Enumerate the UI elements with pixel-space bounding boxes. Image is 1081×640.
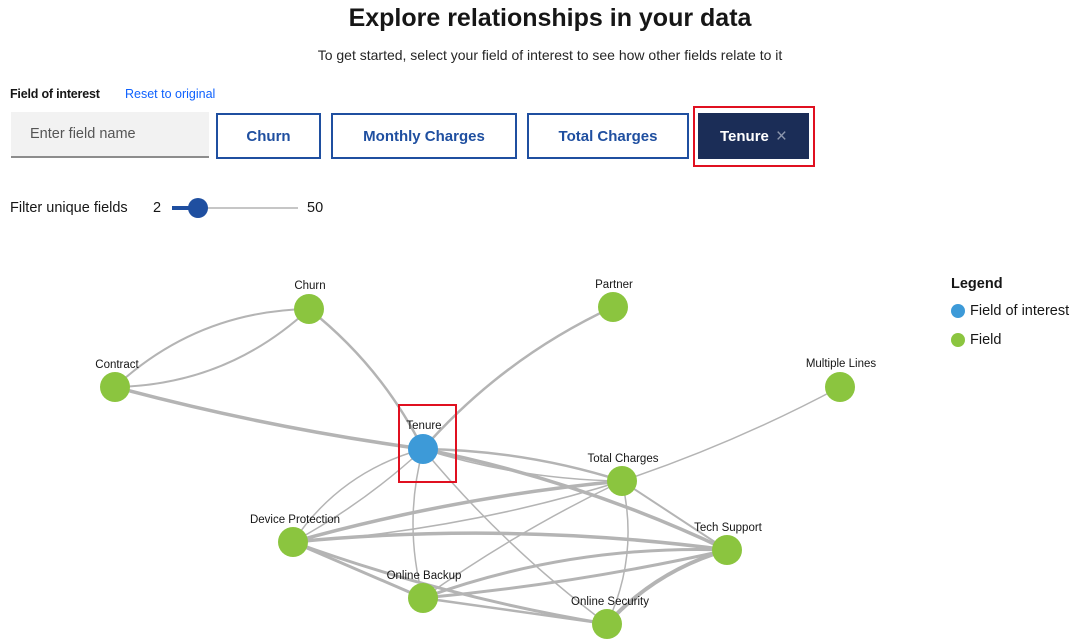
legend-item-field-of-interest: Field of interest	[951, 303, 1069, 319]
legend-dot-field	[951, 333, 965, 347]
legend-dot-field-of-interest	[951, 304, 965, 318]
graph-edge-device-protection-online-security	[292, 540, 608, 626]
legend-title: Legend	[951, 276, 1003, 292]
graph-node-label-partner: Partner	[595, 279, 633, 291]
highlight-box-tenure-node	[398, 404, 457, 483]
legend-label-field-of-interest: Field of interest	[970, 303, 1070, 319]
graph-node-online-backup[interactable]	[408, 583, 438, 613]
graph-node-device-protection[interactable]	[278, 527, 308, 557]
graph-node-label-online-backup: Online Backup	[387, 570, 462, 582]
graph-edge-contract-tenure	[114, 385, 424, 451]
graph-node-label-churn: Churn	[294, 280, 325, 292]
legend-item-field: Field	[951, 332, 1001, 348]
graph-node-label-tech-support: Tech Support	[694, 522, 763, 534]
graph-node-label-total-charges: Total Charges	[588, 453, 659, 465]
graph-node-label-contract: Contract	[95, 359, 139, 371]
graph-node-contract[interactable]	[100, 372, 130, 402]
graph-node-multiple-lines[interactable]	[825, 372, 855, 402]
graph-edge-online-security-tech-support	[605, 548, 728, 626]
graph-node-label-multiple-lines: Multiple Lines	[806, 358, 877, 370]
graph-node-online-security[interactable]	[592, 609, 622, 639]
graph-node-label-device-protection: Device Protection	[250, 514, 340, 526]
graph-edge-total-charges-multiple-lines	[621, 386, 841, 482]
graph-edge-online-backup-tech-support	[422, 547, 728, 600]
graph-node-label-online-security: Online Security	[571, 596, 649, 608]
graph-node-churn[interactable]	[294, 294, 324, 324]
graph-node-tech-support[interactable]	[712, 535, 742, 565]
graph-edge-online-backup-tech-support	[422, 548, 728, 600]
graph-node-partner[interactable]	[598, 292, 628, 322]
legend-label-field: Field	[970, 332, 1002, 348]
graph-node-total-charges[interactable]	[607, 466, 637, 496]
relationship-graph: Churn PartnerContract Multiple LinesTenure…	[95, 279, 877, 639]
graph-edge-contract-churn	[114, 308, 310, 388]
graph-edge-contract-churn	[114, 308, 310, 388]
